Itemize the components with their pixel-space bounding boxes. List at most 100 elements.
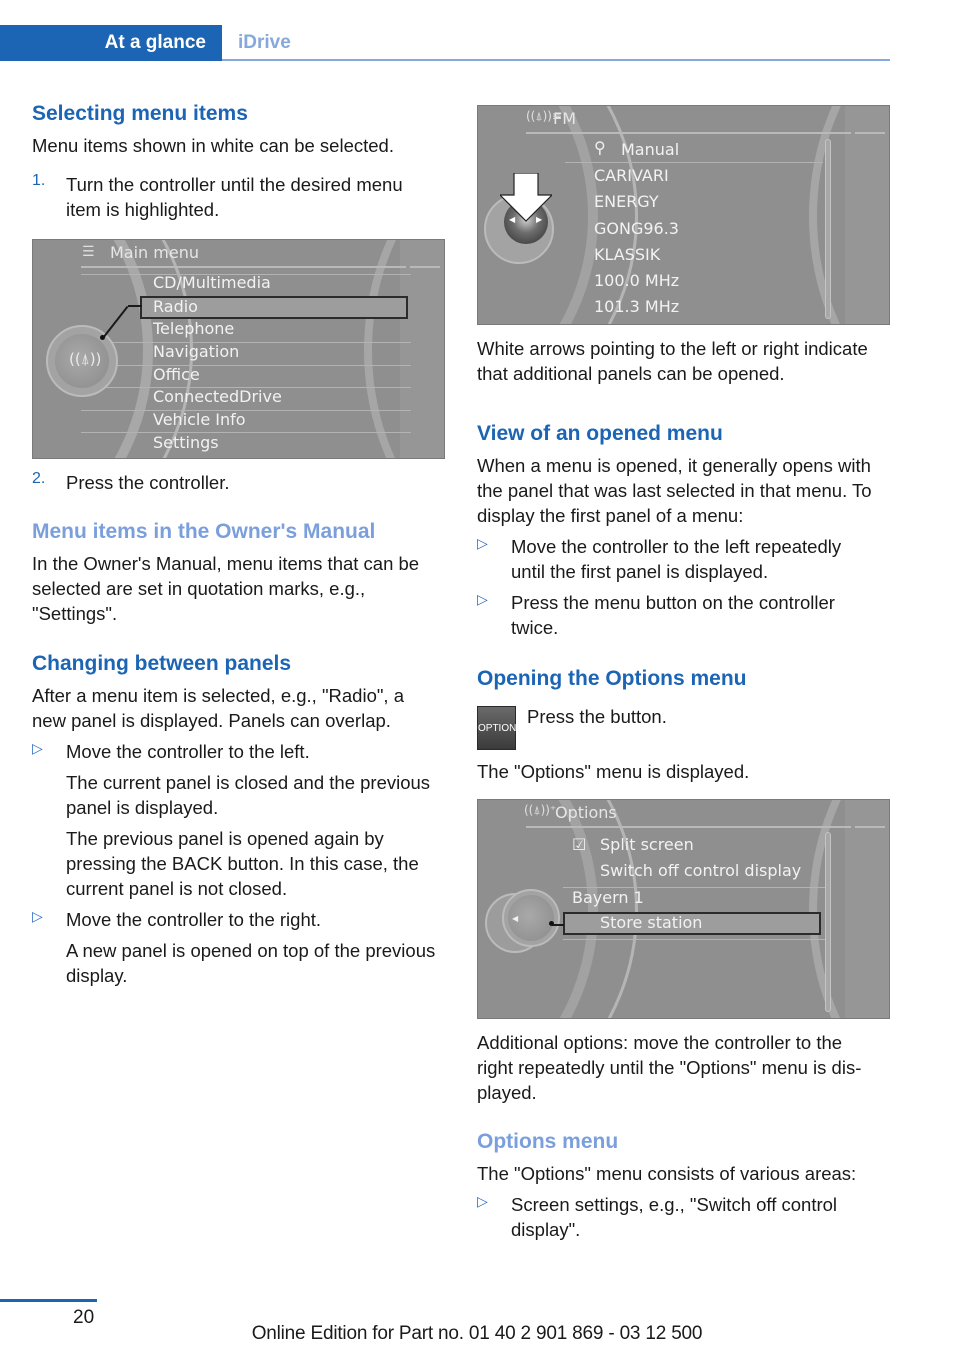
paragraph-line: The previous panel is opened again by	[66, 828, 384, 849]
menu-separator	[563, 939, 831, 940]
section-opened-menu: View of an opened menu When a menu is op…	[477, 421, 890, 640]
radio-options-icon: ((⍋))⁺	[524, 803, 557, 817]
station-item[interactable]: ENERGY	[594, 192, 659, 211]
bullet-sub-paragraph: A new panel is opened on top of the prev…	[32, 938, 445, 988]
heading-selecting-menu-items: Selecting menu items	[32, 102, 248, 125]
menu-item[interactable]: Navigation	[153, 342, 239, 361]
section-options-menu: Options menu The "Options" menu consists…	[477, 1129, 890, 1242]
menu-separator	[565, 162, 823, 163]
paragraph-line: selected are set in quotation marks, e.g…	[32, 578, 366, 599]
screen-title: Main menu	[110, 243, 199, 262]
leader-line	[128, 305, 142, 307]
section-selecting-menu-items: Selecting menu items Menu items shown in…	[32, 101, 445, 222]
station-item[interactable]: KLASSIK	[594, 245, 660, 264]
paragraph-line: "Settings".	[32, 603, 118, 624]
paragraph-line: In the Owner's Manual, menu items that c…	[32, 553, 420, 574]
bullet-text: until the first panel is displayed.	[511, 561, 769, 582]
menu-item[interactable]: ConnectedDrive	[153, 387, 282, 406]
paragraph-line: White arrows pointing to the left or rig…	[477, 338, 868, 359]
section-owners-manual: Menu items in the Owner's Manual In the …	[32, 519, 445, 626]
main-menu-screenshot: ☰ Main menu CD/Multimedia Radio Telephon…	[32, 239, 445, 459]
paragraph-line: display.	[66, 965, 128, 986]
station-item[interactable]: 100.0 MHz	[594, 271, 679, 290]
bullet-triangle-icon: ▷	[32, 740, 43, 756]
bullet-item: ▷ Move the controller to the left.	[32, 739, 445, 764]
screen-title-line	[410, 266, 440, 268]
radio-antenna-icon: ((⍋))	[69, 350, 102, 368]
leader-dot	[100, 335, 105, 340]
paragraph-line: display the first panel of a menu:	[477, 505, 744, 526]
selecting-intro: Menu items shown in white can be selecte…	[32, 135, 394, 156]
step-text: Press the controller.	[66, 472, 230, 493]
bullet-triangle-icon: ▷	[32, 908, 43, 924]
menu-item[interactable]: Telephone	[153, 319, 234, 338]
menu-separator	[81, 342, 411, 343]
station-item[interactable]: CARIVARI	[594, 166, 669, 185]
bullet-text: Move the controller to the left repeated…	[511, 536, 842, 557]
heading-opening-options: Opening the Options menu	[477, 667, 747, 690]
bullet-text: Move the controller to the right.	[66, 909, 322, 930]
bullet-item: ▷ Press the menu button on the controlle…	[477, 590, 890, 640]
option-item-split-screen[interactable]: Split screen	[600, 835, 694, 854]
main-menu-icon: ☰	[82, 244, 95, 260]
screen-title-line	[526, 132, 851, 134]
paragraph-line: Additional options: move the controller …	[477, 1032, 843, 1053]
menu-item[interactable]: CD/Multimedia	[153, 273, 271, 292]
heading-opened-menu: View of an opened menu	[477, 422, 723, 445]
scrollbar[interactable]	[825, 139, 831, 319]
section-opening-options: Opening the Options menu OPTION Press th…	[477, 666, 890, 782]
arrow-left-icon: ◀	[512, 914, 519, 923]
bullet-item: ▷ Move the controller to the right.	[32, 907, 445, 932]
station-item[interactable]: 101.3 MHz	[594, 297, 679, 316]
bullet-text: display".	[511, 1219, 581, 1240]
option-item-switch-off-display[interactable]: Switch off control display	[600, 861, 801, 880]
press-button-text: Press the button.	[527, 706, 667, 727]
section-tab-at-a-glance[interactable]: At a glance	[0, 25, 222, 61]
section-label-bayern-1: Bayern 1	[572, 888, 644, 907]
heading-owners-manual: Menu items in the Owner's Manual	[32, 520, 376, 543]
heading-changing-panels: Changing between panels	[32, 652, 292, 675]
scrollbar[interactable]	[825, 832, 831, 1012]
bullet-triangle-icon: ▷	[477, 1193, 488, 1209]
bullet-sub-paragraph: The previous panel is opened again by pr…	[32, 826, 445, 901]
bullet-triangle-icon: ▷	[477, 535, 488, 551]
fm-radio-screenshot: ((⍋))≡ FM ⚲ Manual CARIVARI ENERGY GONG9…	[477, 105, 890, 325]
screen-title-line	[855, 132, 885, 134]
station-item[interactable]: GONG96.3	[594, 219, 679, 238]
menu-item[interactable]: Settings	[153, 433, 219, 452]
option-button-icon: OPTION	[477, 706, 516, 750]
bullet-sub-paragraph: The current panel is closed and the prev…	[32, 770, 445, 820]
step-text-line: item is highlighted.	[66, 199, 220, 220]
screen-title-line	[855, 826, 885, 828]
header-rule	[222, 59, 890, 61]
bullet-triangle-icon: ▷	[477, 591, 488, 607]
option-item-store-station-highlighted[interactable]: Store station	[600, 913, 702, 932]
heading-options-menu: Options menu	[477, 1130, 619, 1153]
arrow-down-icon	[500, 173, 552, 222]
paragraph-line: played.	[477, 1082, 537, 1103]
section-tab-label: At a glance	[104, 32, 206, 53]
chapter-tab-idrive[interactable]: iDrive	[238, 32, 291, 54]
menu-item-radio-highlighted[interactable]: Radio	[153, 297, 198, 316]
menu-separator	[81, 432, 411, 433]
paragraph-line: When a menu is opened, it generally open…	[477, 455, 871, 476]
paragraph-line: current panel is not closed.	[66, 878, 288, 899]
step-1: 1. Turn the controller until the desired…	[32, 172, 445, 222]
step-2: 2. Press the controller.	[32, 470, 445, 495]
screen-title: Options	[555, 803, 617, 822]
edition-footer: Online Edition for Part no. 01 40 2 901 …	[251, 1323, 703, 1344]
section-changing-panels: Changing between panels After a menu ite…	[32, 651, 445, 988]
paragraph-line: that additional panels can be opened.	[477, 363, 785, 384]
menu-separator	[81, 410, 411, 411]
manual-search-item[interactable]: Manual	[621, 140, 679, 159]
menu-item[interactable]: Office	[153, 365, 200, 384]
additional-options-paragraph: Additional options: move the controller …	[477, 1030, 890, 1105]
paragraph-line: The "Options" menu consists of various a…	[477, 1163, 857, 1184]
paragraph-line: panel is displayed.	[66, 797, 219, 818]
screen-arc-right	[809, 800, 889, 1018]
checkbox-checked-icon[interactable]: ☑	[572, 835, 586, 854]
screen-arc-right	[364, 240, 444, 458]
paragraph-line: The current panel is closed and the prev…	[66, 772, 431, 793]
step-number: 2.	[32, 470, 46, 487]
menu-item[interactable]: Vehicle Info	[153, 410, 246, 429]
